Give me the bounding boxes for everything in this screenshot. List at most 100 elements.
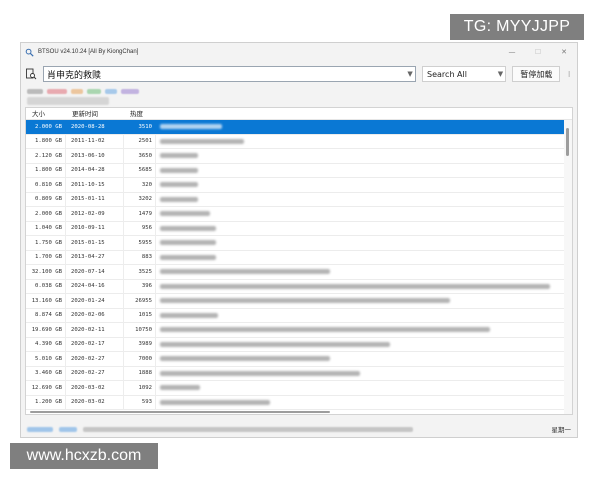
filter-tag[interactable] (87, 88, 101, 94)
table-row[interactable]: 2.000 GB 2012-02-09 1479 (26, 206, 566, 222)
cell-name (156, 207, 566, 222)
search-input[interactable] (44, 67, 406, 81)
blurred-name (160, 124, 222, 130)
blurred-name (160, 211, 210, 217)
cell-size: 2.000 GB (26, 206, 66, 221)
cell-heat: 956 (124, 221, 156, 236)
filter-tag[interactable] (27, 88, 43, 94)
chevron-down-icon[interactable]: ▼ (405, 70, 415, 78)
blurred-name (160, 312, 218, 318)
more-options-icon[interactable]: ⁝ (565, 70, 573, 79)
cell-date: 2013-04-27 (66, 250, 124, 265)
cell-heat: 883 (124, 250, 156, 265)
scrollbar-thumb[interactable] (566, 128, 569, 156)
cell-name (156, 265, 566, 280)
table-row[interactable]: 1.700 GB 2013-04-27 883 (26, 250, 566, 265)
window-title: BTSOU v24.10.24 [All By KiongChan] (38, 49, 139, 55)
cell-heat: 3989 (124, 337, 156, 352)
table-row[interactable]: 0.038 GB 2024-04-16 396 (26, 279, 566, 294)
table-row[interactable]: 1.200 GB 2020-03-02 593 (26, 395, 566, 410)
cell-date: 2020-02-27 (66, 351, 124, 366)
document-search-icon[interactable] (25, 68, 37, 80)
minimize-button[interactable]: — (499, 43, 525, 61)
table-row[interactable]: 13.160 GB 2020-01-24 26955 (26, 293, 566, 309)
table-row[interactable]: 5.010 GB 2020-02-27 7000 (26, 351, 566, 367)
cell-size: 32.100 GB (26, 264, 66, 279)
table-row[interactable]: 32.100 GB 2020-07-14 3525 (26, 264, 566, 280)
table-row[interactable]: 1.800 GB 2014-04-28 5685 (26, 163, 566, 178)
blurred-name (160, 240, 216, 246)
cell-name (156, 308, 566, 323)
table-row[interactable]: 19.690 GB 2020-02-11 10750 (26, 322, 566, 338)
app-logo-icon (25, 48, 34, 57)
close-button[interactable]: ✕ (551, 43, 577, 61)
chevron-down-icon: ▼ (497, 70, 504, 78)
cell-date: 2020-02-11 (66, 322, 124, 337)
cell-date: 2015-01-11 (66, 192, 124, 207)
pause-loading-button[interactable]: 暂停加载 (512, 66, 561, 82)
cell-name (156, 366, 566, 381)
cell-size: 13.160 GB (26, 293, 66, 308)
cell-heat: 2501 (124, 134, 156, 149)
cell-name (156, 352, 566, 367)
blurred-name (160, 370, 360, 376)
cell-name (156, 221, 566, 236)
screenshot-stage: TG: MYYJJPP BTSOU v24.10.24 [All By Kion… (0, 0, 600, 480)
cell-heat: 396 (124, 279, 156, 294)
cell-date: 2020-03-02 (66, 395, 124, 410)
column-header-name[interactable] (156, 108, 572, 120)
cell-name (156, 395, 566, 410)
blurred-name (160, 182, 198, 188)
table-row[interactable]: 3.460 GB 2020-02-27 1888 (26, 366, 566, 381)
blurred-name (160, 254, 216, 260)
maximize-button[interactable]: ☐ (525, 43, 551, 61)
watermark-top: TG: MYYJJPP (450, 14, 584, 40)
cell-date: 2020-01-24 (66, 293, 124, 308)
cell-name (156, 178, 566, 193)
blurred-name (160, 327, 490, 333)
cell-heat: 3650 (124, 148, 156, 163)
search-combobox[interactable]: ▼ (43, 66, 417, 82)
table-row[interactable]: 12.690 GB 2020-03-02 1092 (26, 380, 566, 396)
cell-name (156, 192, 566, 207)
results-table[interactable]: 大小 更新时间 热度 2.000 GB 2020-08-28 3510 1.800 G… (25, 107, 573, 415)
table-row[interactable]: 0.810 GB 2011-10-15 320 (26, 177, 566, 193)
horizontal-scrollbar-thumb[interactable] (30, 411, 330, 413)
column-header-date[interactable]: 更新时间 (66, 108, 124, 120)
cell-date: 2011-11-02 (66, 134, 124, 149)
table-row[interactable]: 2.120 GB 2013-06-10 3650 (26, 148, 566, 164)
cell-name (156, 134, 566, 149)
cell-size: 0.810 GB (26, 177, 66, 192)
cell-date: 2014-04-28 (66, 163, 124, 178)
cell-name (156, 163, 566, 178)
cell-size: 1.800 GB (26, 134, 66, 149)
cell-size: 0.809 GB (26, 192, 66, 207)
filter-tag[interactable] (71, 88, 83, 94)
status-weekday: 星期一 (551, 426, 572, 434)
filter-tag[interactable] (105, 88, 117, 94)
table-row[interactable]: 0.809 GB 2015-01-11 3202 (26, 192, 566, 207)
column-header-size[interactable]: 大小 (26, 108, 66, 120)
table-row[interactable]: 1.040 GB 2010-09-11 956 (26, 221, 566, 236)
status-segment (83, 426, 413, 432)
cell-date: 2020-07-14 (66, 264, 124, 279)
cell-size: 2.000 GB (26, 119, 66, 134)
table-row[interactable]: 1.800 GB 2011-11-02 2501 (26, 134, 566, 149)
cell-name (156, 294, 566, 309)
search-scope-select[interactable]: Search All ▼ (422, 66, 507, 82)
cell-name (156, 250, 566, 265)
table-row[interactable]: 1.750 GB 2015-01-15 5955 (26, 235, 566, 251)
table-row[interactable]: 8.874 GB 2020-02-06 1015 (26, 308, 566, 323)
cell-size: 12.690 GB (26, 380, 66, 395)
table-row[interactable]: 2.000 GB 2020-08-28 3510 (26, 119, 566, 135)
filter-tag[interactable] (121, 88, 139, 94)
cell-size: 4.390 GB (26, 337, 66, 352)
vertical-scrollbar[interactable] (564, 120, 572, 414)
table-row[interactable]: 4.390 GB 2020-02-17 3989 (26, 337, 566, 352)
cell-heat: 1479 (124, 206, 156, 221)
filter-tag[interactable] (47, 88, 67, 94)
column-header-heat[interactable]: 热度 (124, 108, 156, 120)
cell-name (156, 323, 566, 338)
blurred-name (160, 153, 198, 159)
window-controls: — ☐ ✕ (499, 43, 577, 61)
